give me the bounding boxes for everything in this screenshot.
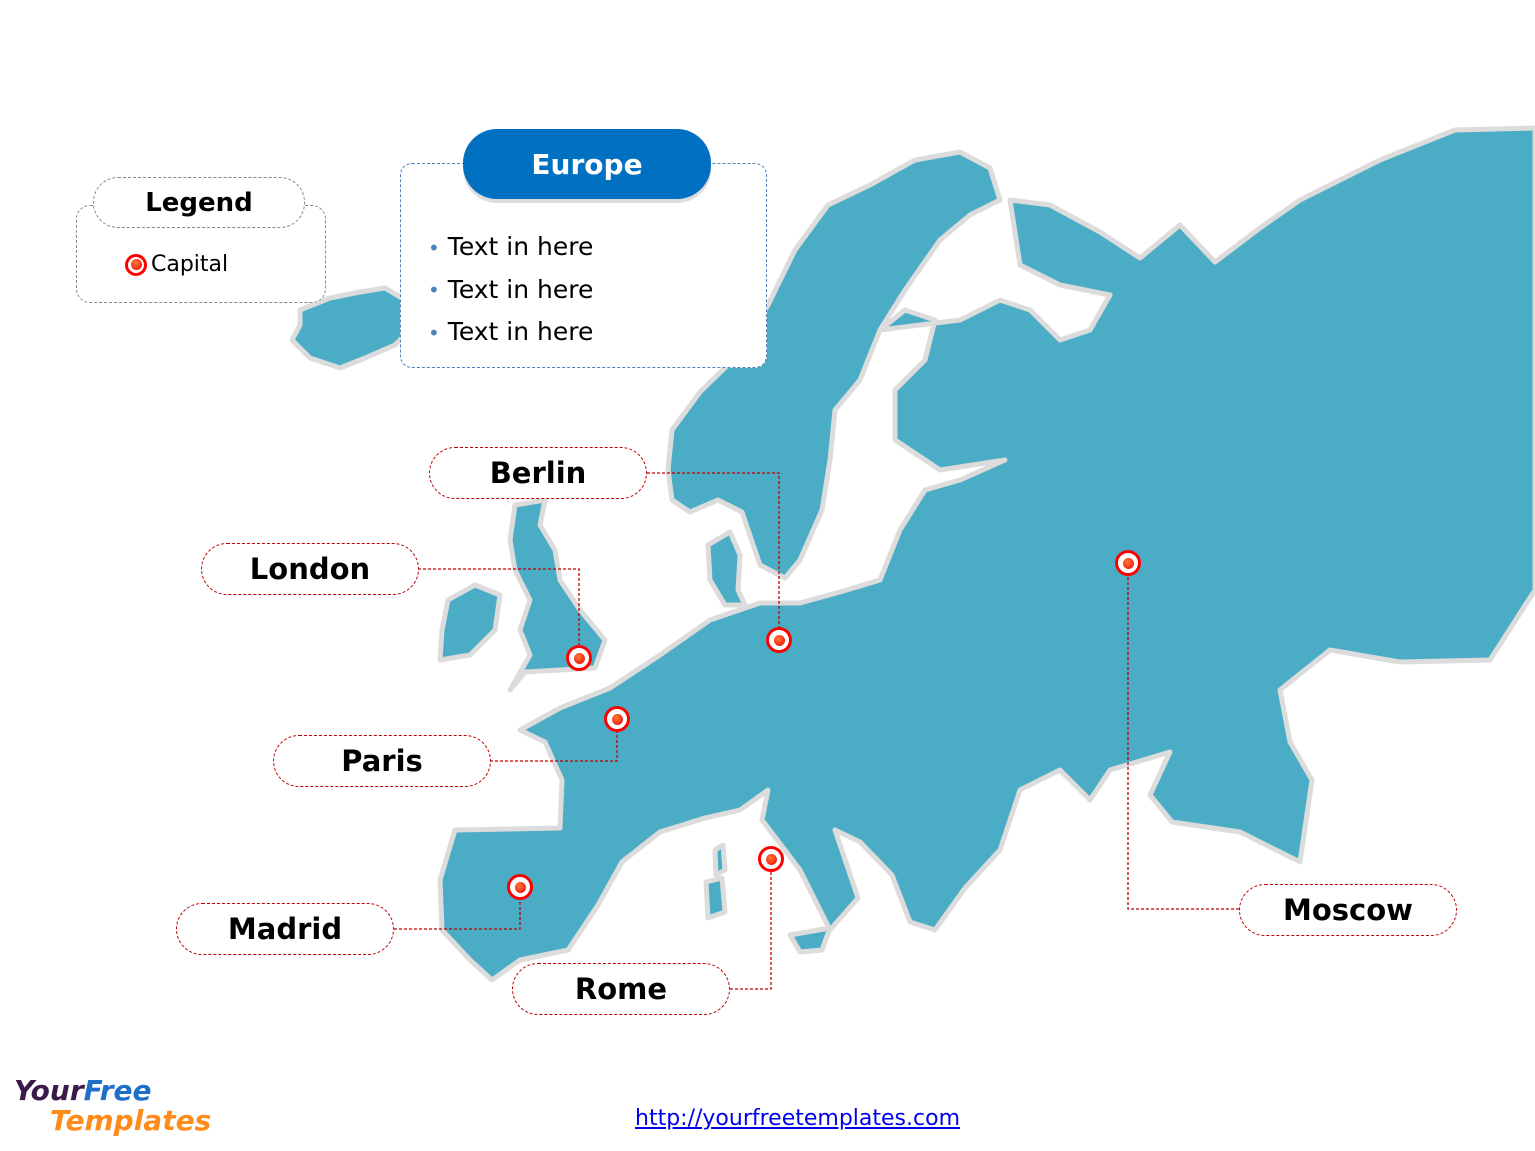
capital-marker-icon — [766, 627, 792, 653]
legend-item-capital: Capital — [125, 252, 228, 277]
city-label-paris: Paris — [273, 735, 491, 787]
sardinia — [703, 875, 728, 921]
city-label-moscow: Moscow — [1239, 884, 1457, 936]
capital-marker-icon — [566, 645, 592, 671]
city-label-london: London — [201, 543, 419, 595]
city-label-rome: Rome — [512, 963, 730, 1015]
info-bullets: Text in here Text in here Text in here — [428, 226, 594, 354]
legend-item-label: Capital — [151, 252, 229, 277]
city-label-madrid: Madrid — [176, 903, 394, 955]
logo-text: Templates — [50, 1104, 212, 1137]
bullet-item: Text in here — [428, 311, 594, 354]
bullet-item: Text in here — [428, 226, 594, 269]
logo-text: Free — [83, 1074, 152, 1107]
capital-marker-icon — [604, 706, 630, 732]
city-label-berlin: Berlin — [429, 447, 647, 499]
capital-marker-icon — [507, 874, 533, 900]
footer-link[interactable]: http://yourfreetemplates.com — [635, 1106, 960, 1131]
info-box-title: Europe — [463, 129, 711, 199]
yourfreetemplates-logo: YourFree Templates — [14, 1076, 211, 1136]
legend-title: Legend — [93, 177, 305, 228]
capital-marker-icon — [1115, 550, 1141, 576]
capital-marker-icon — [758, 846, 784, 872]
denmark — [705, 529, 748, 608]
bullet-item: Text in here — [428, 269, 594, 312]
ireland — [437, 582, 503, 663]
capital-marker-icon — [125, 253, 147, 276]
leader-rome — [730, 859, 772, 990]
corsica — [712, 842, 728, 878]
sicily — [787, 925, 833, 955]
logo-text: Your — [14, 1074, 84, 1107]
